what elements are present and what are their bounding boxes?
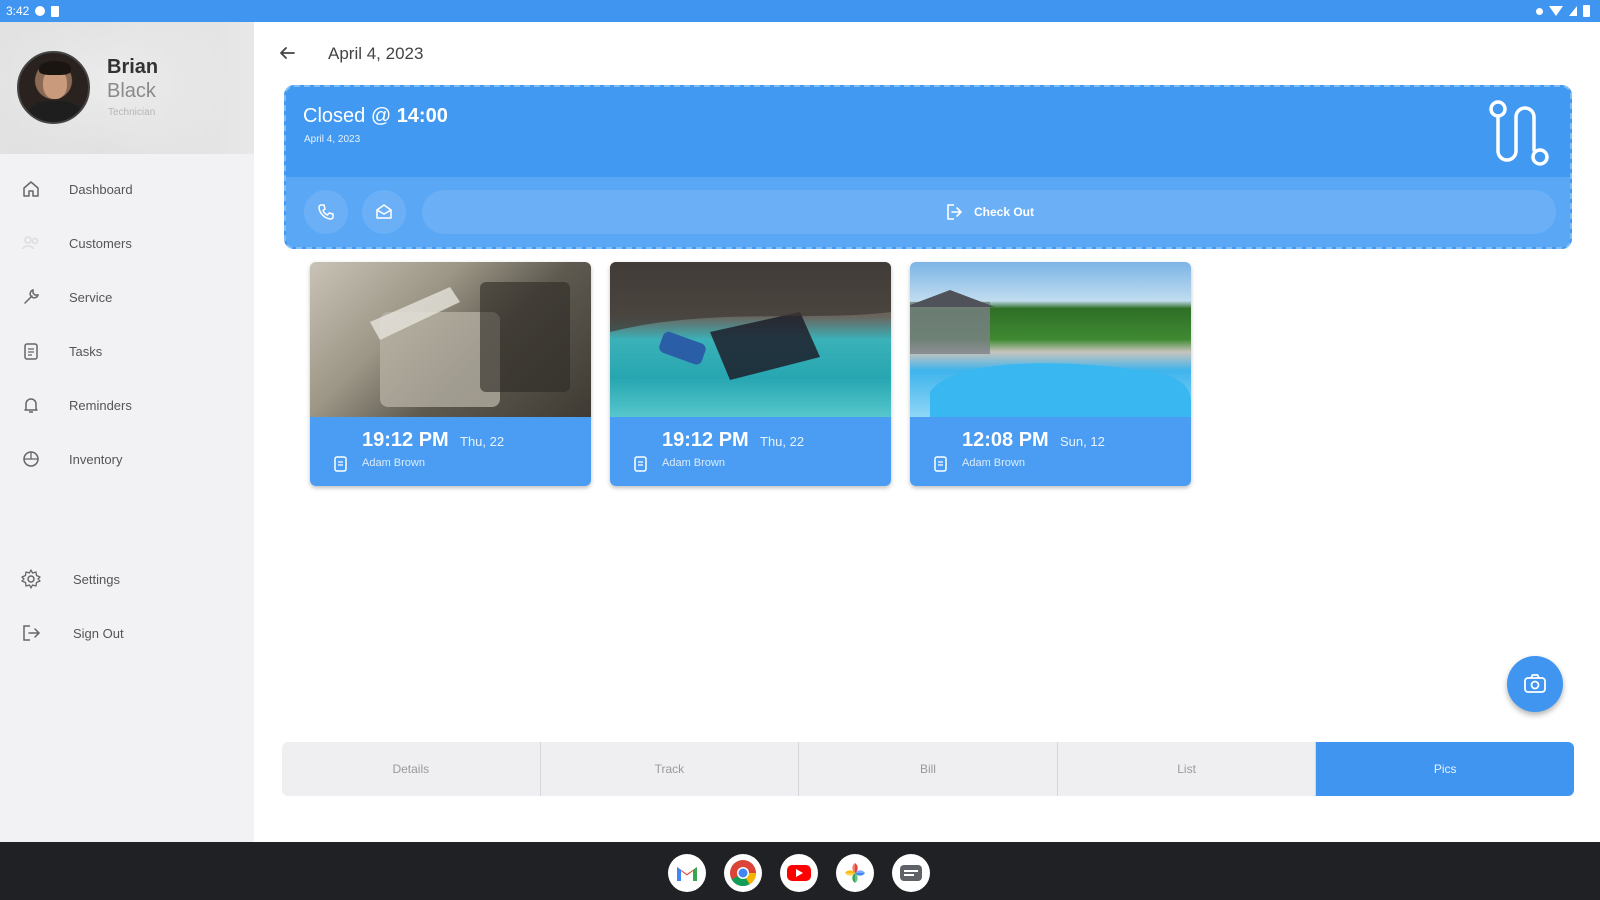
sidebar-item-label: Reminders bbox=[69, 397, 132, 413]
sidebar: Brian Black Technician Dashboard Custome… bbox=[0, 22, 254, 842]
box-icon bbox=[20, 448, 42, 470]
job-date: April 4, 2023 bbox=[304, 134, 361, 145]
tab-list[interactable]: List bbox=[1058, 742, 1317, 796]
profile-header[interactable]: Brian Black Technician bbox=[0, 22, 254, 154]
call-button[interactable] bbox=[304, 190, 348, 234]
message-button[interactable] bbox=[362, 190, 406, 234]
closed-status: Closed @ 14:00 bbox=[303, 105, 448, 128]
wifi-icon bbox=[1549, 6, 1563, 16]
photo-day: Thu, 22 bbox=[460, 434, 505, 449]
sidebar-item-label: Sign Out bbox=[73, 625, 124, 641]
status-right bbox=[1536, 5, 1590, 17]
camera-icon bbox=[1524, 674, 1546, 693]
photo-card[interactable]: 19:12 PM Thu, 22 Adam Brown bbox=[610, 262, 891, 486]
arrow-left-icon bbox=[280, 47, 295, 59]
photo-day: Thu, 22 bbox=[760, 434, 805, 449]
add-photo-button[interactable] bbox=[1507, 656, 1563, 712]
status-left: 3:42 bbox=[6, 4, 60, 18]
note-icon bbox=[634, 456, 647, 472]
status-time: 3:42 bbox=[6, 4, 30, 18]
job-actions-bar: Check Out bbox=[286, 177, 1570, 247]
sidebar-bottom-nav: Settings Sign Out bbox=[0, 552, 254, 660]
photo-author: Adam Brown bbox=[362, 457, 425, 469]
photo-time: 19:12 PM bbox=[662, 429, 749, 451]
app-dock bbox=[668, 854, 930, 892]
location-icon bbox=[1536, 7, 1543, 15]
gear-icon bbox=[20, 568, 42, 590]
back-button[interactable] bbox=[274, 40, 300, 66]
profile-first-name: Brian bbox=[107, 56, 159, 78]
messages-icon[interactable] bbox=[892, 854, 930, 892]
photo-image bbox=[910, 262, 1191, 417]
photo-author: Adam Brown bbox=[662, 457, 725, 469]
sidebar-item-settings[interactable]: Settings bbox=[0, 552, 254, 606]
avatar bbox=[17, 51, 90, 124]
clipboard-icon bbox=[20, 340, 42, 362]
system-status-bar: 3:42 bbox=[0, 0, 1600, 22]
sidebar-nav: Dashboard Customers Service Tasks Remind… bbox=[0, 162, 254, 486]
profile-role: Technician bbox=[108, 107, 156, 118]
photo-image bbox=[610, 262, 891, 417]
sidebar-item-label: Tasks bbox=[69, 343, 103, 359]
wrench-icon bbox=[20, 286, 42, 308]
photo-day: Sun, 12 bbox=[1060, 434, 1105, 449]
route-icon[interactable] bbox=[1486, 99, 1552, 169]
sidebar-item-label: Inventory bbox=[69, 451, 123, 467]
photos-icon[interactable] bbox=[836, 854, 874, 892]
youtube-icon[interactable] bbox=[780, 854, 818, 892]
note-icon bbox=[934, 456, 947, 472]
photo-caption: 19:12 PM Thu, 22 Adam Brown bbox=[310, 417, 591, 486]
sidebar-item-reminders[interactable]: Reminders bbox=[0, 378, 254, 432]
bell-icon bbox=[20, 394, 42, 416]
sidebar-item-label: Customers bbox=[69, 235, 132, 251]
photo-card[interactable]: 19:12 PM Thu, 22 Adam Brown bbox=[310, 262, 591, 486]
sidebar-item-sign-out[interactable]: Sign Out bbox=[0, 606, 254, 660]
closed-time: 14:00 bbox=[396, 105, 448, 127]
photo-caption: 12:08 PM Sun, 12 Adam Brown bbox=[910, 417, 1191, 486]
photo-author: Adam Brown bbox=[962, 457, 1025, 469]
tab-bill[interactable]: Bill bbox=[799, 742, 1058, 796]
notification-icon bbox=[35, 6, 46, 16]
home-icon bbox=[20, 178, 42, 200]
system-taskbar bbox=[0, 842, 1600, 900]
photo-caption: 19:12 PM Thu, 22 Adam Brown bbox=[610, 417, 891, 486]
job-status-card: Closed @ 14:00 April 4, 2023 Check Out bbox=[284, 85, 1572, 249]
sidebar-item-label: Settings bbox=[73, 571, 120, 587]
sidebar-item-label: Service bbox=[69, 289, 113, 305]
battery-icon bbox=[1583, 5, 1590, 17]
closed-label: Closed @ bbox=[303, 105, 392, 127]
tab-pics[interactable]: Pics bbox=[1316, 742, 1574, 796]
signal-icon bbox=[1569, 6, 1577, 16]
tab-track[interactable]: Track bbox=[541, 742, 800, 796]
check-out-label: Check Out bbox=[973, 205, 1034, 219]
sd-card-icon bbox=[51, 5, 60, 17]
sign-out-icon bbox=[20, 622, 42, 644]
photo-time: 19:12 PM bbox=[362, 429, 449, 451]
tab-details[interactable]: Details bbox=[282, 742, 541, 796]
mail-icon bbox=[376, 204, 392, 219]
photo-image bbox=[310, 262, 591, 417]
photo-card[interactable]: 12:08 PM Sun, 12 Adam Brown bbox=[910, 262, 1191, 486]
note-icon bbox=[334, 456, 347, 472]
sidebar-item-tasks[interactable]: Tasks bbox=[0, 324, 254, 378]
page-title: April 4, 2023 bbox=[328, 44, 424, 63]
sidebar-item-service[interactable]: Service bbox=[0, 270, 254, 324]
profile-last-name: Black bbox=[107, 80, 156, 102]
sidebar-item-customers[interactable]: Customers bbox=[0, 216, 254, 270]
check-out-button[interactable]: Check Out bbox=[422, 190, 1556, 234]
main-content: April 4, 2023 Closed @ 14:00 April 4, 20… bbox=[254, 22, 1600, 842]
sidebar-item-dashboard[interactable]: Dashboard bbox=[0, 162, 254, 216]
photo-time: 12:08 PM bbox=[962, 429, 1049, 451]
sidebar-item-label: Dashboard bbox=[69, 181, 133, 197]
bottom-tab-bar: Details Track Bill List Pics bbox=[282, 742, 1574, 796]
gmail-icon[interactable] bbox=[668, 854, 706, 892]
chrome-icon[interactable] bbox=[724, 854, 762, 892]
people-icon bbox=[20, 232, 42, 254]
phone-icon bbox=[318, 204, 334, 220]
job-status-header: Closed @ 14:00 April 4, 2023 bbox=[286, 87, 1570, 177]
check-out-icon bbox=[947, 204, 963, 220]
sidebar-item-inventory[interactable]: Inventory bbox=[0, 432, 254, 486]
